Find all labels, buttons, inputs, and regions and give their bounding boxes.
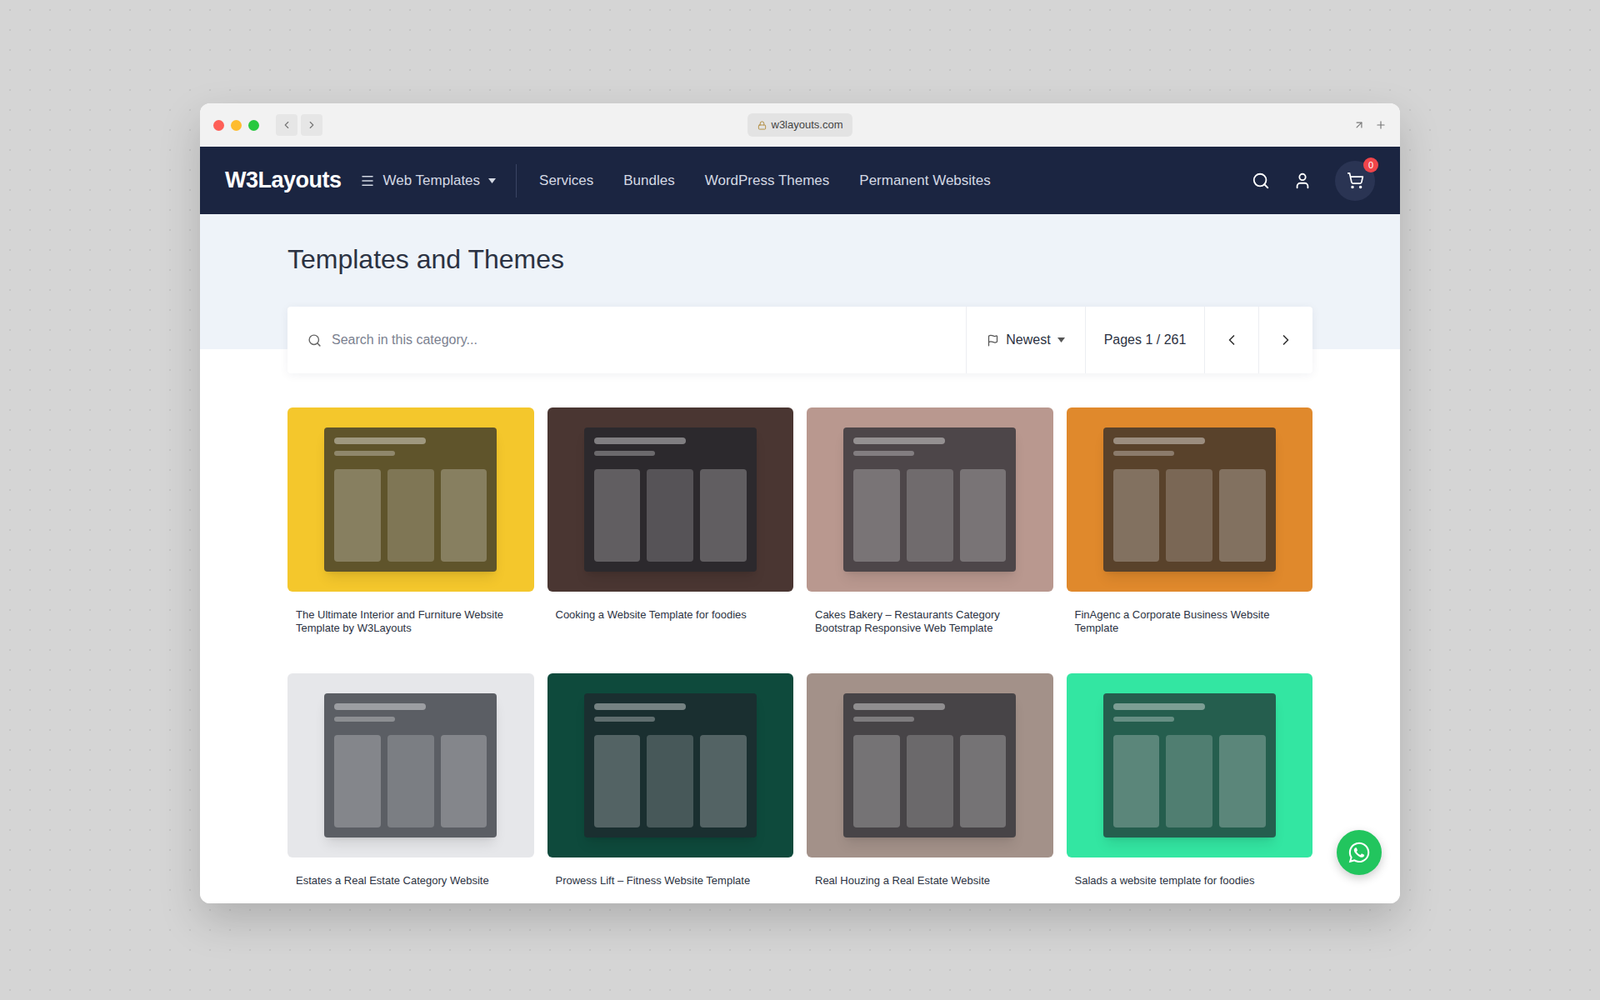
address-bar[interactable]: w3layouts.com [747, 113, 854, 137]
search-bar: Search in this category...NewestPages 1 … [287, 306, 1313, 374]
caret-down-icon [488, 178, 496, 184]
template-title[interactable]: Estates a Real Estate Category Website [287, 857, 535, 904]
nav-link[interactable]: Bundles [623, 170, 675, 192]
sort-dropdown[interactable]: Newest [965, 306, 1085, 374]
share-icon[interactable] [1353, 119, 1365, 131]
close-button[interactable] [213, 120, 225, 131]
cart-badge: 0 [1363, 157, 1379, 173]
lock-icon [757, 120, 767, 130]
template-grid: The Ultimate Interior and Furniture Webs… [287, 407, 1313, 904]
search-icon [307, 333, 322, 348]
next-page-button[interactable] [1258, 306, 1313, 374]
caret-down-icon [1057, 337, 1065, 343]
template-card[interactable]: Salads a website template for foodies [1066, 673, 1314, 904]
flag-icon [986, 334, 1000, 347]
user-icon[interactable] [1293, 171, 1312, 190]
template-thumbnail[interactable] [287, 407, 535, 592]
template-thumbnail[interactable] [287, 673, 535, 858]
template-card[interactable]: FinAgenc a Corporate Business Website Te… [1066, 407, 1314, 657]
template-thumbnail[interactable] [547, 407, 795, 592]
template-title[interactable]: FinAgenc a Corporate Business Website Te… [1066, 591, 1314, 657]
template-thumbnail[interactable] [1066, 407, 1314, 592]
minimize-button[interactable] [230, 120, 242, 131]
cart-button[interactable]: 0 [1335, 160, 1375, 201]
new-tab-icon[interactable] [1375, 119, 1387, 131]
nav-link[interactable]: Permanent Websites [859, 170, 990, 192]
whatsapp-button[interactable] [1336, 830, 1382, 875]
template-thumbnail[interactable] [806, 407, 1054, 592]
nav-link[interactable]: WordPress Themes [705, 170, 830, 192]
forward-button[interactable] [300, 114, 323, 136]
template-thumbnail[interactable] [547, 673, 795, 858]
logo[interactable]: W3Layouts [225, 163, 342, 198]
navbar: W3Layouts Web Templates Services Bundles Wor… [200, 146, 1400, 215]
window-controls [213, 114, 605, 136]
chevron-right-icon [305, 119, 318, 131]
template-card[interactable]: The Ultimate Interior and Furniture Webs… [287, 407, 535, 657]
back-button[interactable] [275, 114, 298, 136]
content: Templates and Themes Search in this categ… [200, 214, 1400, 904]
template-card[interactable]: Estates a Real Estate Category Website [287, 673, 535, 904]
template-card[interactable]: Cakes Bakery – Restaurants Category Boot… [806, 407, 1054, 657]
template-title[interactable]: Prowess Lift – Fitness Website Template [547, 857, 795, 904]
chevron-left-icon [1223, 331, 1240, 349]
template-card[interactable]: Real Houzing a Real Estate Website [806, 673, 1054, 904]
prev-page-button[interactable] [1204, 306, 1259, 374]
desktop: w3layouts.com W3Layouts Web Templates Servi… [0, 0, 1600, 1000]
template-thumbnail[interactable] [1066, 673, 1314, 858]
web-templates-menu[interactable]: Web Templates [360, 164, 518, 198]
pagination-label: Pages 1 / 261 [1085, 306, 1205, 374]
cart-icon [1346, 171, 1365, 190]
page-title: Templates and Themes [287, 242, 1313, 276]
nav-link[interactable]: Services [539, 170, 594, 192]
hamburger-icon [360, 173, 375, 189]
chevron-right-icon [1277, 331, 1295, 349]
template-card[interactable]: Prowess Lift – Fitness Website Template [547, 673, 795, 904]
template-title[interactable]: Cakes Bakery – Restaurants Category Boot… [806, 591, 1054, 657]
whatsapp-icon [1347, 840, 1371, 865]
template-thumbnail[interactable] [806, 673, 1054, 858]
maximize-button[interactable] [248, 120, 260, 131]
template-title[interactable]: Real Houzing a Real Estate Website [806, 857, 1054, 904]
search-icon[interactable] [1251, 171, 1270, 190]
template-title[interactable]: Cooking a Website Template for foodies [547, 591, 795, 657]
category-search-field[interactable]: Search in this category... [287, 306, 966, 374]
browser-title-bar: w3layouts.com [200, 103, 1400, 147]
browser-window: w3layouts.com W3Layouts Web Templates Servi… [200, 103, 1400, 904]
chevron-left-icon [280, 119, 293, 131]
template-title[interactable]: The Ultimate Interior and Furniture Webs… [287, 591, 535, 657]
template-card[interactable]: Cooking a Website Template for foodies [547, 407, 795, 657]
template-title[interactable]: Salads a website template for foodies [1066, 857, 1314, 904]
